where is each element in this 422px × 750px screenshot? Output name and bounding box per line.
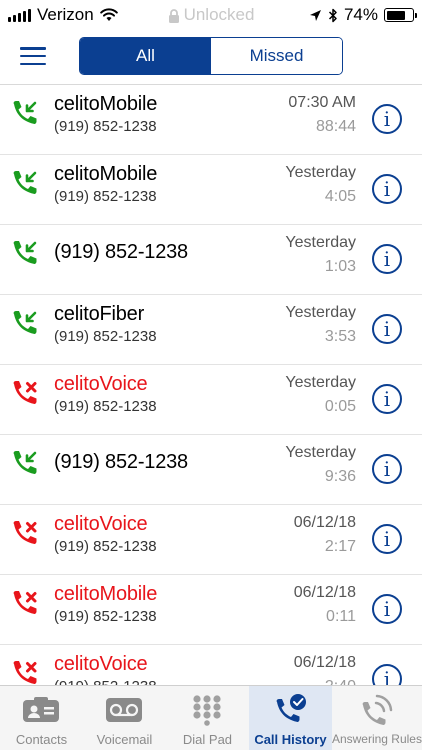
call-time: 07:30 AM xyxy=(288,94,356,111)
call-history-row[interactable]: (919) 852-1238 Yesterday 9:36 i xyxy=(0,435,422,505)
info-icon[interactable]: i xyxy=(372,104,402,134)
caller-number: (919) 852-1238 xyxy=(54,398,157,415)
caller-number: (919) 852-1238 xyxy=(54,538,157,555)
call-duration: 9:36 xyxy=(324,468,356,485)
caller-number: (919) 852-1238 xyxy=(54,678,157,685)
call-duration: 0:11 xyxy=(326,608,356,625)
lock-icon xyxy=(168,8,179,23)
battery-icon xyxy=(384,8,417,22)
tab-answering-rules[interactable]: Answering Rules xyxy=(332,686,422,750)
caller-name: celitoVoice xyxy=(54,513,148,535)
menu-button[interactable] xyxy=(20,45,46,67)
missed-call-icon xyxy=(11,659,41,685)
info-icon[interactable]: i xyxy=(372,454,402,484)
tab-label-dial-pad: Dial Pad xyxy=(182,732,233,747)
call-time: 06/12/18 xyxy=(293,584,356,601)
caller-number: (919) 852-1238 xyxy=(54,118,157,135)
bluetooth-icon xyxy=(328,8,337,22)
call-time: Yesterday xyxy=(285,444,356,461)
location-arrow-icon xyxy=(309,9,321,21)
call-duration: 2:17 xyxy=(324,538,356,555)
tab-label-answering-rules: Answering Rules xyxy=(331,732,422,746)
voicemail-icon xyxy=(104,693,144,727)
call-duration: 3:53 xyxy=(324,328,356,345)
lock-status-label: Unlocked xyxy=(183,5,255,24)
tab-call-history[interactable]: Call History xyxy=(248,686,332,750)
caller-name: (919) 852-1238 xyxy=(54,451,188,473)
call-time: Yesterday xyxy=(285,234,356,251)
info-icon[interactable]: i xyxy=(372,174,402,204)
call-time: 06/12/18 xyxy=(293,654,356,671)
nav-bar: All Missed xyxy=(0,30,422,85)
call-history-row[interactable]: celitoFiber (919) 852-1238 Yesterday 3:53 i xyxy=(0,295,422,365)
tab-voicemail[interactable]: Voicemail xyxy=(83,686,166,750)
call-history-row[interactable]: celitoMobile (919) 852-1238 07:30 AM 88:44 i xyxy=(0,85,422,155)
missed-call-icon xyxy=(11,589,41,619)
caller-name: celitoFiber xyxy=(54,303,145,325)
caller-number: (919) 852-1238 xyxy=(54,328,157,345)
caller-name: celitoMobile xyxy=(54,163,158,185)
call-duration: 88:44 xyxy=(315,118,356,135)
call-history-row[interactable]: (919) 852-1238 Yesterday 1:03 i xyxy=(0,225,422,295)
status-bar: Verizon Unlocked 74% xyxy=(0,0,422,30)
call-time: 06/12/18 xyxy=(293,514,356,531)
answered-call-icon xyxy=(11,169,41,199)
call-filter-segmented-control: All Missed xyxy=(79,37,343,75)
call-history-row[interactable]: celitoVoice (919) 852-1238 Yesterday 0:05 i xyxy=(0,365,422,435)
call-history-row[interactable]: celitoMobile (919) 852-1238 Yesterday 4:05 i xyxy=(0,155,422,225)
call-time: Yesterday xyxy=(285,374,356,391)
call-time: Yesterday xyxy=(285,164,356,181)
call-duration: 4:05 xyxy=(324,188,356,205)
caller-name: celitoMobile xyxy=(54,583,158,605)
call-history-row[interactable]: celitoVoice (919) 852-1238 06/12/18 2:17 i xyxy=(0,505,422,575)
answered-call-icon xyxy=(11,449,41,479)
tab-label-call-history: Call History xyxy=(254,732,327,747)
bottom-tab-bar: Contacts Voicemail Dial Pad Call History… xyxy=(0,685,422,750)
hamburger-icon-line xyxy=(20,62,46,65)
dialpad-icon xyxy=(187,693,227,727)
caller-number: (919) 852-1238 xyxy=(54,188,157,205)
answered-call-icon xyxy=(11,99,41,129)
call-time: Yesterday xyxy=(285,304,356,321)
missed-call-icon xyxy=(11,379,41,409)
battery-percent: 74% xyxy=(343,5,378,24)
segment-all[interactable]: All xyxy=(80,38,211,74)
info-icon[interactable]: i xyxy=(372,664,402,685)
tab-dial-pad[interactable]: Dial Pad xyxy=(166,686,249,750)
answered-call-icon xyxy=(11,309,41,339)
info-icon[interactable]: i xyxy=(372,524,402,554)
info-icon[interactable]: i xyxy=(372,594,402,624)
hamburger-icon-line xyxy=(20,54,46,58)
call-history-row[interactable]: celitoMobile (919) 852-1238 06/12/18 0:11 i xyxy=(0,575,422,645)
tab-label-voicemail: Voicemail xyxy=(96,732,153,747)
caller-number: (919) 852-1238 xyxy=(54,608,157,625)
battery-fill xyxy=(386,10,405,20)
call-history-list: celitoMobile (919) 852-1238 07:30 AM 88:44 i… xyxy=(0,85,422,685)
call-history-row[interactable]: celitoVoice (919) 852-1238 06/12/18 2:40 i xyxy=(0,645,422,685)
info-icon[interactable]: i xyxy=(372,384,402,414)
call-duration: 2:40 xyxy=(325,678,356,685)
caller-name: (919) 852-1238 xyxy=(54,241,188,263)
contacts-icon xyxy=(21,693,61,727)
call-duration: 0:05 xyxy=(324,398,356,415)
info-icon[interactable]: i xyxy=(372,314,402,344)
caller-name: celitoVoice xyxy=(54,653,148,675)
tab-label-contacts: Contacts xyxy=(15,732,68,747)
answering-rules-icon xyxy=(357,693,397,727)
call-duration: 1:03 xyxy=(324,258,356,275)
caller-name: celitoVoice xyxy=(54,373,148,395)
call-history-icon xyxy=(270,693,310,727)
hamburger-icon-line xyxy=(20,47,46,50)
status-bar-right: 74% xyxy=(309,5,417,25)
answered-call-icon xyxy=(11,239,41,269)
missed-call-icon xyxy=(11,519,41,549)
tab-contacts[interactable]: Contacts xyxy=(0,686,83,750)
caller-name: celitoMobile xyxy=(54,93,158,115)
info-icon[interactable]: i xyxy=(372,244,402,274)
segment-missed[interactable]: Missed xyxy=(211,38,342,74)
